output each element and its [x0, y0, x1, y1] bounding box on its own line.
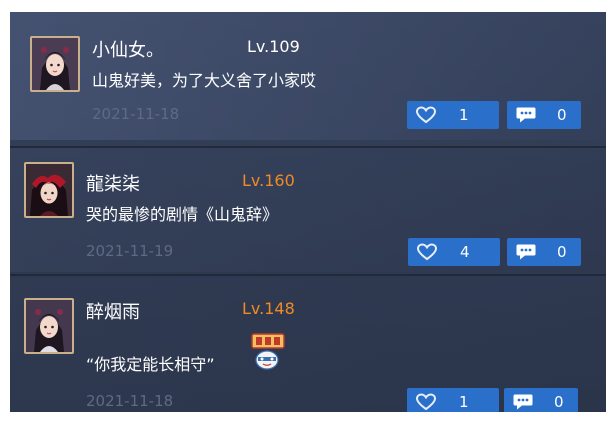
username[interactable]: 龍柒柒	[86, 170, 140, 196]
like-button[interactable]: 1	[407, 388, 499, 412]
speech-bubble-icon	[516, 107, 536, 123]
user-level: Lv.160	[242, 171, 295, 190]
emoji-sticker-icon	[250, 333, 288, 371]
like-button[interactable]: 1	[407, 101, 499, 129]
speech-bubble-icon	[516, 244, 536, 260]
comment-list: 小仙女。 Lv.109 山鬼好美，为了大义舍了小家哎 2021-11-18 1 …	[10, 12, 606, 412]
user-level: Lv.109	[247, 37, 300, 56]
username[interactable]: 小仙女。	[92, 36, 164, 62]
comment-item: 龍柒柒 Lv.160 哭的最惨的剧情《山鬼辞》 2021-11-19 4 0	[10, 148, 606, 272]
reply-button[interactable]: 0	[507, 101, 581, 129]
heart-icon	[415, 393, 437, 411]
user-level: Lv.148	[242, 299, 295, 318]
reply-count: 0	[557, 106, 567, 124]
heart-icon	[416, 243, 438, 261]
speech-bubble-icon	[513, 394, 533, 410]
like-count: 1	[459, 106, 469, 124]
comment-text: 山鬼好美，为了大义舍了小家哎	[92, 71, 317, 90]
user-avatar[interactable]	[30, 36, 80, 92]
comment-item: 小仙女。 Lv.109 山鬼好美，为了大义舍了小家哎 2021-11-18 1 …	[10, 12, 606, 140]
comment-date: 2021-11-18	[92, 105, 180, 123]
heart-icon	[415, 106, 437, 124]
comment-text: “你我定能长相守”	[86, 355, 215, 374]
reply-button[interactable]: 0	[507, 238, 581, 266]
like-count: 4	[460, 243, 470, 261]
reply-button[interactable]: 0	[504, 388, 578, 412]
comment-date: 2021-11-19	[86, 242, 174, 260]
like-count: 1	[459, 393, 469, 411]
comment-date: 2021-11-18	[86, 392, 174, 410]
reply-count: 0	[557, 243, 567, 261]
comment-item: 醉烟雨 Lv.148 “你我定能长相守” 2021-11-18 1 0	[10, 278, 606, 412]
like-button[interactable]: 4	[408, 238, 500, 266]
reply-count: 0	[554, 393, 564, 411]
comment-text: 哭的最惨的剧情《山鬼辞》	[86, 205, 279, 224]
user-avatar[interactable]	[24, 162, 74, 218]
divider	[10, 274, 606, 276]
user-avatar[interactable]	[24, 298, 74, 354]
username[interactable]: 醉烟雨	[86, 298, 140, 324]
